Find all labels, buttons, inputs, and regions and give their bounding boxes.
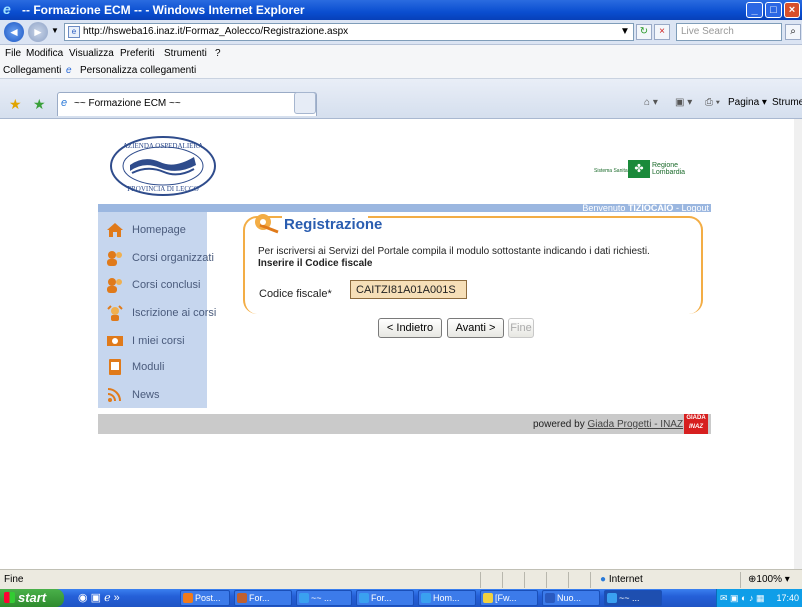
hospital-logo: AZIENDA OSPEDALIERA PROVINCIA DI LECCO — [110, 136, 216, 196]
nav-dropdown-icon[interactable]: ▼ — [51, 26, 59, 35]
users-icon — [107, 251, 122, 266]
forms-icon — [109, 359, 121, 375]
rss-icon — [107, 388, 121, 402]
menu-help[interactable]: ? — [215, 48, 221, 59]
status-bar: Fine ● Internet ⊕100% ▾ — [0, 569, 802, 589]
task-hom[interactable]: Hom... — [418, 590, 476, 606]
tab-title: ~~ Formazione ECM ~~ — [74, 98, 181, 109]
system-tray: ✉ ▣ ◐ ♪ ▦ 17:40 — [716, 589, 802, 607]
menu-preferiti[interactable]: Preferiti — [120, 48, 154, 59]
task-for-1[interactable]: For... — [234, 590, 292, 606]
codice-fiscale-label: Codice fiscale* — [259, 288, 332, 300]
back-nav-button[interactable]: ◄ — [4, 22, 24, 42]
signup-icon — [107, 305, 123, 321]
menu-file[interactable]: File — [5, 48, 21, 59]
finish-button[interactable]: Fine — [508, 318, 534, 338]
url-text: http://hsweba16.inaz.it/Formaz_Aolecco/R… — [83, 26, 349, 37]
task-for-2[interactable]: For... — [356, 590, 414, 606]
intro-text: Per iscriversi ai Servizi del Portale co… — [258, 246, 650, 257]
stop-icon[interactable]: × — [654, 24, 670, 40]
links-label: Collegamenti — [3, 65, 62, 76]
sidebar-item-iscrizione[interactable]: Iscrizione ai corsi — [106, 303, 216, 323]
feeds-icon[interactable]: ▣ ▾ — [675, 97, 692, 108]
new-tab-button[interactable] — [294, 92, 316, 114]
next-button[interactable]: Avanti > — [447, 318, 504, 338]
codice-fiscale-input[interactable] — [350, 280, 467, 299]
giada-logo: GIADA INAZ — [684, 414, 708, 434]
menu-modifica[interactable]: Modifica — [26, 48, 63, 59]
page-scrollbar[interactable] — [794, 119, 802, 569]
sidebar-item-moduli[interactable]: Moduli — [106, 357, 207, 377]
task-post[interactable]: Post... — [180, 590, 230, 606]
globe-icon: ● — [600, 574, 607, 585]
menu-visualizza[interactable]: Visualizza — [69, 48, 114, 59]
zoom-level[interactable]: ⊕100% ▾ — [748, 574, 790, 585]
back-button[interactable]: < Indietro — [378, 318, 442, 338]
status-text: Fine — [4, 574, 24, 585]
svg-text:PROVINCIA DI LECCO: PROVINCIA DI LECCO — [127, 185, 199, 193]
url-dropdown-icon[interactable]: ▼ — [617, 25, 633, 41]
links-bar: Collegamenti e Personalizza collegamenti — [0, 62, 802, 79]
close-button[interactable]: × — [784, 2, 800, 18]
forward-nav-button[interactable]: ► — [28, 22, 48, 42]
lombardia-cross-icon: ✤ — [628, 160, 650, 178]
home-icon — [107, 223, 123, 237]
instruction-text: Inserire il Codice fiscale — [258, 258, 373, 269]
url-input[interactable]: e http://hsweba16.inaz.it/Formaz_Aolecco… — [64, 23, 634, 41]
regione-lombardia-text: Regione Lombardia — [652, 162, 686, 176]
window-titlebar: e -- Formazione ECM -- - Windows Interne… — [0, 0, 802, 20]
task-ie-active[interactable]: ~~ ... — [604, 590, 662, 606]
tray-icons[interactable]: ✉ ▣ ◐ ♪ ▦ — [720, 593, 765, 603]
window-title: -- Formazione ECM -- - Windows Internet … — [22, 3, 305, 17]
welcome-text: Benvenuto TIZIOCAIO - Logout — [582, 203, 709, 213]
user-name: TIZIOCAIO — [627, 203, 674, 213]
users-icon — [107, 278, 122, 293]
favorites-star-icon[interactable]: ★ — [9, 96, 22, 113]
internet-zone: ● Internet — [600, 574, 643, 585]
page-icon: e — [68, 26, 80, 38]
sidebar-item-news[interactable]: News — [106, 385, 207, 405]
task-ie-1[interactable]: ~~ ... — [296, 590, 352, 606]
pen-icon — [255, 214, 279, 234]
add-favorites-icon[interactable]: ★ — [33, 96, 46, 113]
menu-bar: File Modifica Visualizza Preferiti Strum… — [0, 45, 802, 62]
sidebar-item-miei-corsi[interactable]: I miei corsi — [106, 331, 207, 351]
tab-page-icon: e — [61, 97, 68, 109]
clock: 17:40 — [776, 593, 799, 603]
sidebar-item-corsi-organizzati[interactable]: Corsi organizzati — [106, 248, 214, 268]
maximize-button[interactable]: □ — [765, 2, 782, 18]
logout-link[interactable]: Logout — [681, 203, 709, 213]
svg-text:AZIENDA OSPEDALIERA: AZIENDA OSPEDALIERA — [123, 142, 203, 150]
menu-strumenti[interactable]: Strumenti — [164, 48, 207, 59]
page-title: Registrazione — [284, 216, 383, 233]
search-icon[interactable]: ⌕ — [785, 24, 801, 40]
sidebar-item-corsi-conclusi[interactable]: Corsi conclusi — [106, 275, 207, 295]
my-courses-icon — [107, 336, 123, 346]
links-item[interactable]: Personalizza collegamenti — [80, 65, 196, 76]
powered-by-text: powered by Giada Progetti - INAZ — [533, 419, 684, 430]
start-button[interactable]: start — [0, 589, 64, 607]
pagina-menu[interactable]: Pagina ▾ — [728, 97, 767, 108]
task-nuo[interactable]: Nuo... — [542, 590, 600, 606]
strumenti-menu[interactable]: Strumenti ▾ — [772, 97, 802, 108]
task-fw[interactable]: [Fw... — [480, 590, 538, 606]
quicklaunch-icons[interactable]: ◉ ▣ ℯ » — [78, 591, 120, 604]
giada-link[interactable]: Giada Progetti - INAZ — [587, 419, 683, 430]
search-input[interactable]: Live Search — [676, 23, 782, 41]
sidebar: Homepage Corsi organizzati Corsi conclus… — [98, 212, 216, 408]
refresh-icon[interactable]: ↻ — [636, 24, 652, 40]
sidebar-item-homepage[interactable]: Homepage — [106, 220, 207, 240]
minimize-button[interactable]: _ — [746, 2, 763, 18]
link-page-icon: e — [66, 65, 72, 76]
ie-icon: e — [3, 1, 11, 17]
address-bar: ◄ ► ▼ e http://hsweba16.inaz.it/Formaz_A… — [0, 20, 802, 45]
tab-formazione[interactable]: e ~~ Formazione ECM ~~ — [57, 92, 317, 116]
windows-flag-icon — [4, 592, 15, 603]
print-icon[interactable]: ⎙ ▾ — [705, 97, 720, 108]
home-toolbar-icon[interactable]: ⌂ ▾ — [644, 97, 658, 108]
taskbar: start ◉ ▣ ℯ » Post... For... ~~ ... For.… — [0, 589, 802, 607]
